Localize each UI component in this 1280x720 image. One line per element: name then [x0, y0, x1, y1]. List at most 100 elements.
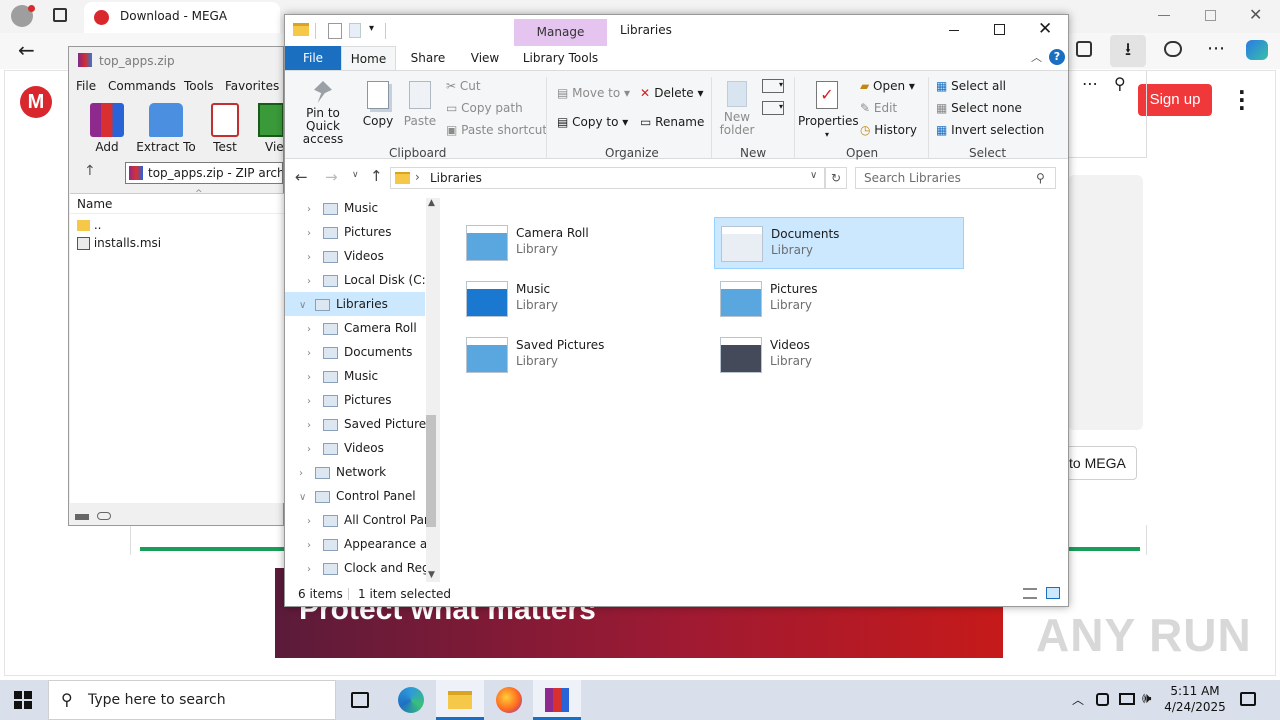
help-icon[interactable]: ? [1049, 49, 1065, 65]
nav-item[interactable]: › Music [285, 364, 425, 388]
paste-shortcut-button[interactable]: ▣ Paste shortcut [446, 123, 547, 137]
scroll-down-icon[interactable]: ▼ [428, 570, 435, 580]
forward-arrow-icon[interactable]: → [325, 168, 338, 186]
winrar-extract-button[interactable]: Extract To [136, 103, 196, 154]
easy-access-icon[interactable]: ▾ [762, 101, 784, 115]
explorer-taskbar-button[interactable] [436, 680, 484, 720]
taskbar-search[interactable]: ⚲ Type here to search [48, 680, 336, 720]
expand-chevron-icon[interactable]: › [307, 558, 321, 582]
nav-item[interactable]: › Pictures [285, 220, 425, 244]
library-tile[interactable]: Documents Library [714, 217, 964, 269]
library-tile[interactable]: Camera Roll Library [460, 217, 710, 269]
extension-icon[interactable] [1164, 41, 1182, 57]
tray-device-icon[interactable] [1096, 693, 1109, 706]
scroll-up-icon[interactable]: ▲ [428, 198, 435, 208]
downloads-button[interactable]: ⭳ [1110, 35, 1146, 67]
expand-chevron-icon[interactable]: › [299, 462, 313, 486]
move-to-button[interactable]: ▤ Move to ▾ [557, 86, 630, 100]
close-browser-icon[interactable]: ✕ [1249, 5, 1262, 24]
page-more-icon[interactable]: · · · [1238, 82, 1246, 118]
minimize-browser-icon[interactable] [1158, 15, 1170, 16]
library-tile[interactable]: Saved Pictures Library [460, 329, 710, 381]
list-item[interactable]: installs.msi [77, 236, 161, 252]
up-arrow-icon[interactable]: ↑ [370, 167, 383, 185]
address-dropdown-icon[interactable]: ∨ [810, 170, 817, 181]
refresh-icon[interactable]: ↻ [825, 167, 847, 189]
tab-home[interactable]: Home [341, 46, 396, 71]
nav-item[interactable]: ∨ Control Panel [285, 484, 425, 508]
breadcrumb-libraries[interactable]: Libraries [430, 171, 482, 185]
tab-manage[interactable]: Manage [514, 19, 607, 46]
tab-actions-icon[interactable] [53, 8, 67, 22]
expand-chevron-icon[interactable]: › [307, 222, 321, 246]
qat-customize-icon[interactable]: ▾ [369, 23, 374, 34]
expand-chevron-icon[interactable]: › [307, 198, 321, 222]
new-item-icon[interactable]: ▾ [762, 79, 784, 93]
nav-scroll-thumb[interactable] [426, 415, 436, 527]
collapse-ribbon-icon[interactable]: ︿ [1031, 49, 1042, 65]
copilot-icon[interactable] [1246, 40, 1268, 60]
address-bar[interactable]: › Libraries ∨ [390, 167, 825, 189]
nav-item[interactable]: › Appearance an [285, 532, 435, 556]
clock[interactable]: 5:11 AM 4/24/2025 [1160, 683, 1230, 715]
winrar-taskbar-button[interactable] [533, 680, 581, 720]
restore-browser-icon[interactable] [1205, 10, 1216, 21]
copy-path-button[interactable]: ▭ Copy path [446, 101, 523, 115]
winrar-menu-favorites[interactable]: Favorites [225, 79, 279, 93]
large-icons-view-icon[interactable] [1046, 587, 1060, 599]
save-to-mega-button[interactable]: to MEGA [1060, 446, 1137, 480]
signup-button[interactable]: Sign up [1138, 84, 1212, 116]
expand-chevron-icon[interactable]: › [307, 318, 321, 342]
library-tile[interactable]: Music Library [460, 273, 710, 325]
edit-button[interactable]: ✎ Edit [860, 101, 897, 115]
tab-share[interactable]: Share [403, 46, 453, 70]
new-folder-button[interactable]: New folder [715, 81, 759, 137]
nav-item[interactable]: › Documents [285, 340, 425, 364]
winrar-menu-file[interactable]: File [76, 79, 96, 93]
nav-item[interactable]: › Videos [285, 436, 425, 460]
details-view-icon[interactable] [1023, 588, 1037, 599]
start-button[interactable] [14, 691, 32, 709]
history-button[interactable]: ◷ History [860, 123, 917, 137]
list-item[interactable]: .. [77, 218, 101, 234]
expand-chevron-icon[interactable]: › [307, 270, 321, 294]
invert-selection-button[interactable]: ▦ Invert selection [936, 123, 1044, 137]
qat-new-folder-icon[interactable] [349, 23, 361, 38]
nav-item[interactable]: › Videos [285, 244, 425, 268]
expand-chevron-icon[interactable]: ∨ [299, 486, 313, 510]
pin-icon[interactable]: ⚲ [1114, 74, 1126, 93]
back-icon[interactable]: ← [18, 38, 35, 62]
qat-properties-icon[interactable] [328, 23, 342, 39]
select-all-button[interactable]: ▦ Select all [936, 79, 1006, 93]
nav-item[interactable]: › Local Disk (C:) [285, 268, 430, 294]
column-header-name[interactable]: Name ^ [70, 189, 284, 214]
nav-item[interactable]: › All Control Par [285, 508, 429, 534]
winrar-view-button[interactable]: View [252, 103, 283, 154]
expand-chevron-icon[interactable]: › [307, 438, 321, 462]
winrar-up-icon[interactable]: ↑ [84, 163, 96, 179]
pin-quick-access-button[interactable]: Pin to Quick access [291, 81, 355, 146]
nav-item[interactable]: › Saved Pictures [285, 412, 432, 436]
expand-chevron-icon[interactable]: › [307, 366, 321, 390]
expand-chevron-icon[interactable]: › [307, 510, 321, 534]
more-menu-icon[interactable]: ⋯ [1207, 38, 1225, 59]
network-icon[interactable] [1119, 693, 1135, 705]
mega-logo[interactable]: M [20, 86, 52, 118]
firefox-taskbar-icon[interactable] [496, 687, 522, 713]
copy-button[interactable]: Copy [360, 81, 396, 128]
open-button[interactable]: ▰ Open ▾ [860, 79, 915, 93]
nav-item[interactable]: › Pictures [285, 388, 425, 412]
nav-item[interactable]: › Music [285, 196, 425, 220]
delete-button[interactable]: ✕ Delete ▾ [640, 86, 704, 100]
expand-chevron-icon[interactable]: › [307, 390, 321, 414]
edge-taskbar-icon[interactable] [398, 687, 424, 713]
nav-item[interactable]: ∨ Libraries [285, 292, 425, 316]
winrar-menu-commands[interactable]: Commands [108, 79, 176, 93]
winrar-add-button[interactable]: Add [78, 103, 136, 154]
back-arrow-icon[interactable]: ← [295, 168, 308, 186]
share-icon[interactable]: ⋯ [1082, 74, 1098, 93]
search-box[interactable]: Search Libraries ⚲ [855, 167, 1056, 189]
tab-view[interactable]: View [460, 46, 510, 70]
properties-button[interactable]: ✓ Properties ▾ [798, 81, 859, 141]
expand-chevron-icon[interactable]: › [307, 246, 321, 270]
